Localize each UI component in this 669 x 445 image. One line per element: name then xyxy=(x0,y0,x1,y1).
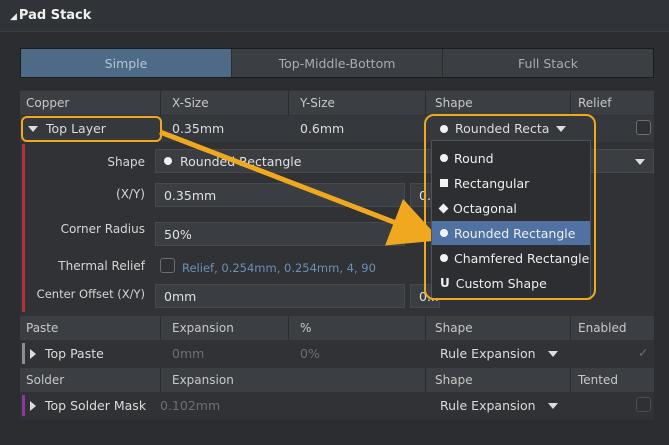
col-separator xyxy=(160,316,161,340)
col-expansion: Expansion xyxy=(172,321,234,335)
paste-shape-value: Rule Expansion xyxy=(440,346,536,361)
enabled-check-icon[interactable]: ✓ xyxy=(638,345,648,360)
col-separator xyxy=(160,368,161,392)
col-solder-shape: Shape xyxy=(435,373,473,387)
paste-expansion-value[interactable]: 0mm xyxy=(172,346,204,361)
solder-layer-color xyxy=(22,395,25,416)
col-separator xyxy=(570,316,571,340)
solder-header-row: Solder Expansion Shape Tented xyxy=(20,368,654,392)
solder-row-label: Top Solder Mask xyxy=(45,398,147,413)
solder-tree-toggle[interactable]: Top Solder Mask xyxy=(30,398,146,413)
paste-percent-value[interactable]: 0% xyxy=(300,346,320,361)
paste-shape-select[interactable]: Rule Expansion xyxy=(440,346,558,361)
paste-tree-toggle[interactable]: Top Paste xyxy=(30,346,104,361)
paste-row-label: Top Paste xyxy=(45,346,104,361)
chevron-down-icon xyxy=(547,350,558,357)
col-percent: % xyxy=(300,321,312,335)
col-paste-shape: Shape xyxy=(435,321,473,335)
highlight-shape-dropdown xyxy=(424,114,596,300)
col-separator xyxy=(425,368,426,392)
tented-checkbox[interactable] xyxy=(636,397,651,412)
col-solder-expansion: Expansion xyxy=(172,373,234,387)
col-enabled: Enabled xyxy=(578,321,627,335)
col-paste: Paste xyxy=(26,321,59,335)
chevron-down-icon xyxy=(547,402,558,409)
col-solder: Solder xyxy=(26,373,65,387)
col-separator xyxy=(570,368,571,392)
paste-layer-color xyxy=(22,343,25,364)
expand-caret-icon[interactable] xyxy=(30,400,36,411)
paste-header-row: Paste Expansion % Shape Enabled xyxy=(20,316,654,340)
col-tented: Tented xyxy=(578,373,618,387)
paste-row[interactable] xyxy=(20,341,654,366)
col-separator xyxy=(425,316,426,340)
expand-caret-icon[interactable] xyxy=(30,348,36,359)
col-separator xyxy=(288,316,289,340)
solder-expansion-value[interactable]: 0.102mm xyxy=(160,398,220,413)
solder-shape-value: Rule Expansion xyxy=(440,398,536,413)
solder-shape-select[interactable]: Rule Expansion xyxy=(440,398,558,413)
